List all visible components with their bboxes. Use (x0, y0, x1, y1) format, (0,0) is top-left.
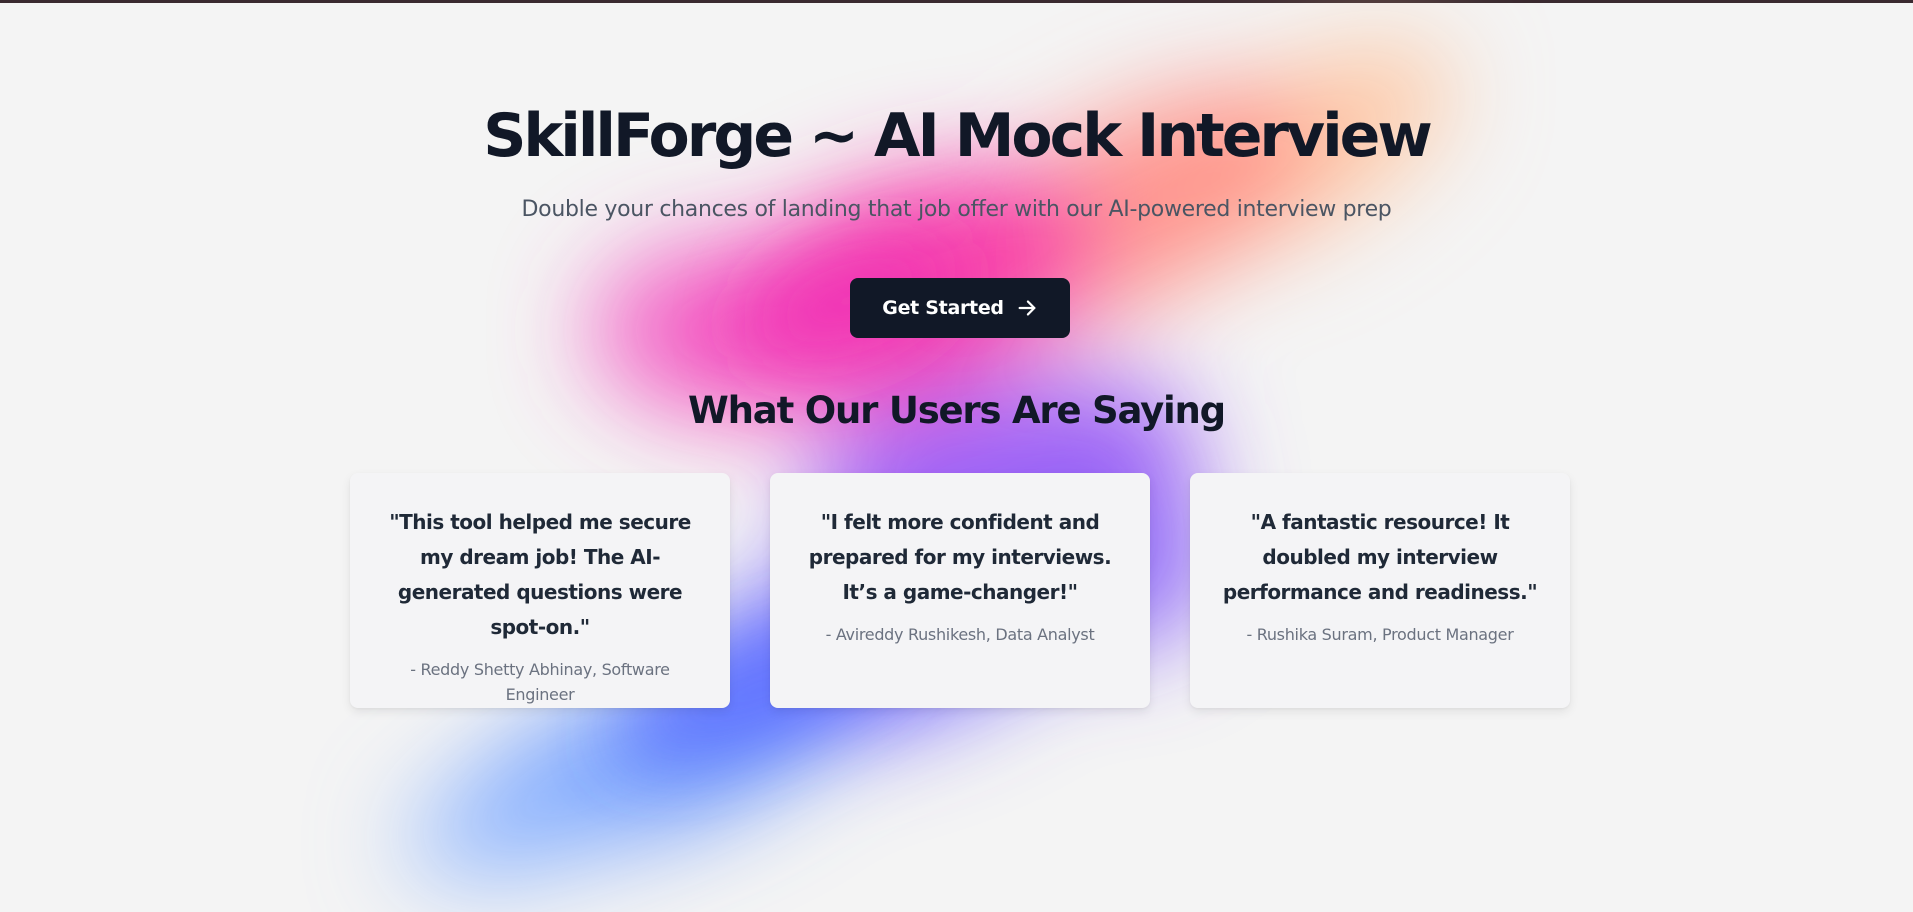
arrow-right-icon (1016, 297, 1038, 319)
testimonial-author: - Avireddy Rushikesh, Data Analyst (825, 625, 1095, 644)
testimonial-card: "A fantastic resource! It doubled my int… (1190, 473, 1570, 708)
testimonial-quote: "A fantastic resource! It doubled my int… (1222, 510, 1538, 604)
testimonials-heading: What Our Users Are Saying (688, 389, 1226, 432)
testimonial-card: "I felt more confident and prepared for … (770, 473, 1150, 708)
get-started-label: Get Started (882, 297, 1004, 319)
testimonial-card: "This tool helped me secure my dream job… (350, 473, 730, 708)
testimonial-quote: "I felt more confident and prepared for … (808, 510, 1112, 604)
testimonial-author: - Rushika Suram, Product Manager (1246, 625, 1514, 644)
testimonial-quote: "This tool helped me secure my dream job… (389, 510, 691, 639)
testimonial-author: - Reddy Shetty Abhinay, Software Enginee… (410, 660, 670, 704)
page-title: SkillForge ~ AI Mock Interview (483, 101, 1433, 171)
top-border (0, 0, 1913, 3)
hero-subtitle: Double your chances of landing that job … (521, 197, 1392, 222)
get-started-button[interactable]: Get Started (850, 278, 1070, 338)
